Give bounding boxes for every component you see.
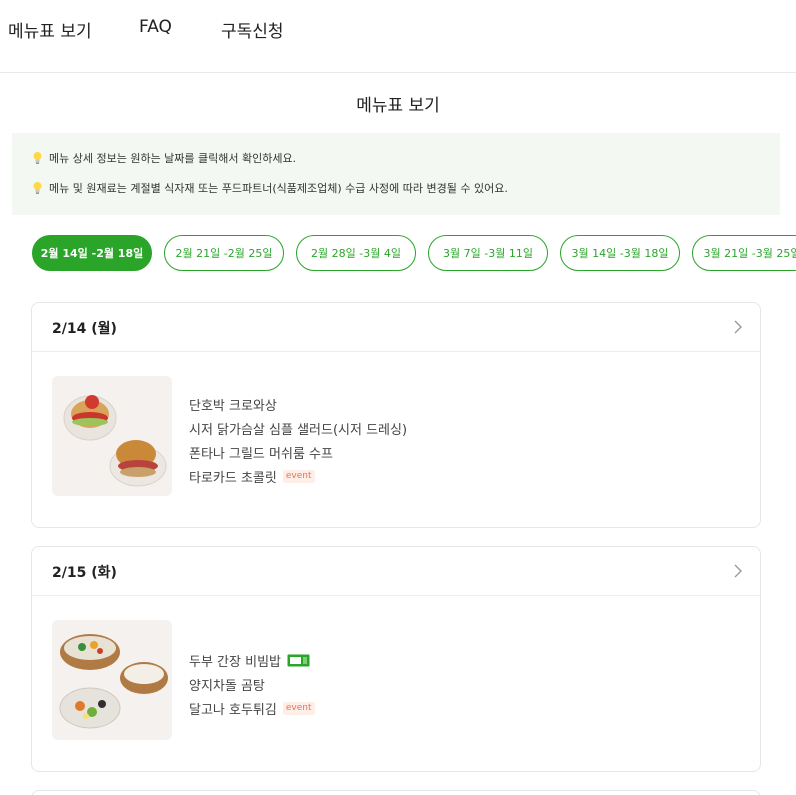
- day-card[interactable]: [31, 790, 761, 795]
- week-tab[interactable]: 3월 14일 -3월 18일: [560, 235, 680, 271]
- menu-item: 양지차돌 곰탕: [189, 678, 265, 694]
- meal-photo: [52, 620, 172, 740]
- notice-text: 메뉴 및 원재료는 계절별 식자재 또는 푸드파트너(식품제조업체) 수급 사정…: [49, 182, 508, 195]
- nav-menu-view[interactable]: 메뉴표 보기: [8, 17, 92, 42]
- day-card[interactable]: 2/15 (화) 두부 간장 비빔밥 양지차돌 곰탕 달고나 호두튀김 even…: [31, 546, 761, 772]
- notice-line: 메뉴 및 원재료는 계절별 식자재 또는 푸드파트너(식품제조업체) 수급 사정…: [32, 180, 508, 196]
- week-tab[interactable]: 3월 21일 -3월 25일: [692, 235, 796, 271]
- nav-subscribe[interactable]: 구독신청: [221, 17, 284, 42]
- event-badge: event: [282, 701, 315, 715]
- chevron-right-icon[interactable]: [732, 319, 744, 335]
- day-date: 2/14 (월): [52, 321, 117, 337]
- menu-item: 달고나 호두튀김 event: [189, 696, 315, 720]
- day-header[interactable]: 2/14 (월): [32, 303, 760, 352]
- top-nav: 메뉴표 보기 FAQ 구독신청: [0, 0, 796, 73]
- week-tab[interactable]: 2월 14일 -2월 18일: [32, 235, 152, 271]
- week-tab[interactable]: 3월 7일 -3월 11일: [428, 235, 548, 271]
- notice-line: 메뉴 상세 정보는 원하는 날짜를 클릭해서 확인하세요.: [32, 150, 296, 166]
- meal-photo: [52, 376, 172, 496]
- menu-item: 두부 간장 비빔밥: [189, 648, 315, 672]
- page-title: 메뉴표 보기: [356, 96, 440, 116]
- day-date: 2/15 (화): [52, 565, 117, 581]
- menu-item: 타로카드 초콜릿 event: [189, 464, 407, 488]
- lightbulb-icon: [32, 151, 43, 165]
- week-tab[interactable]: 2월 28일 -3월 4일: [296, 235, 416, 271]
- vegan-icon: [287, 654, 310, 667]
- nav-faq[interactable]: FAQ: [139, 17, 172, 37]
- menu-list: 두부 간장 비빔밥 양지차돌 곰탕 달고나 호두튀김 event: [189, 648, 315, 720]
- lightbulb-icon: [32, 181, 43, 195]
- notice-text: 메뉴 상세 정보는 원하는 날짜를 클릭해서 확인하세요.: [49, 152, 297, 165]
- day-header[interactable]: 2/15 (화): [32, 547, 760, 596]
- week-selector: 2월 14일 -2월 18일 2월 21일 -2월 25일 2월 28일 -3월…: [32, 235, 796, 271]
- week-tab[interactable]: 2월 21일 -2월 25일: [164, 235, 284, 271]
- menu-item: 폰타나 그릴드 머쉬룸 수프: [189, 446, 333, 462]
- menu-list: 단호박 크로와상 시저 닭가슴살 심플 샐러드(시저 드레싱) 폰타나 그릴드 …: [189, 392, 407, 488]
- day-card[interactable]: 2/14 (월) 단호박 크로와상 시저 닭가슴살 심플 샐러드(시저 드레싱)…: [31, 302, 761, 528]
- notice-box: 메뉴 상세 정보는 원하는 날짜를 클릭해서 확인하세요. 메뉴 및 원재료는 …: [12, 133, 780, 215]
- menu-item: 시저 닭가슴살 심플 샐러드(시저 드레싱): [189, 422, 408, 438]
- menu-item: 단호박 크로와상: [189, 398, 277, 414]
- event-badge: event: [282, 469, 315, 483]
- chevron-right-icon[interactable]: [732, 563, 744, 579]
